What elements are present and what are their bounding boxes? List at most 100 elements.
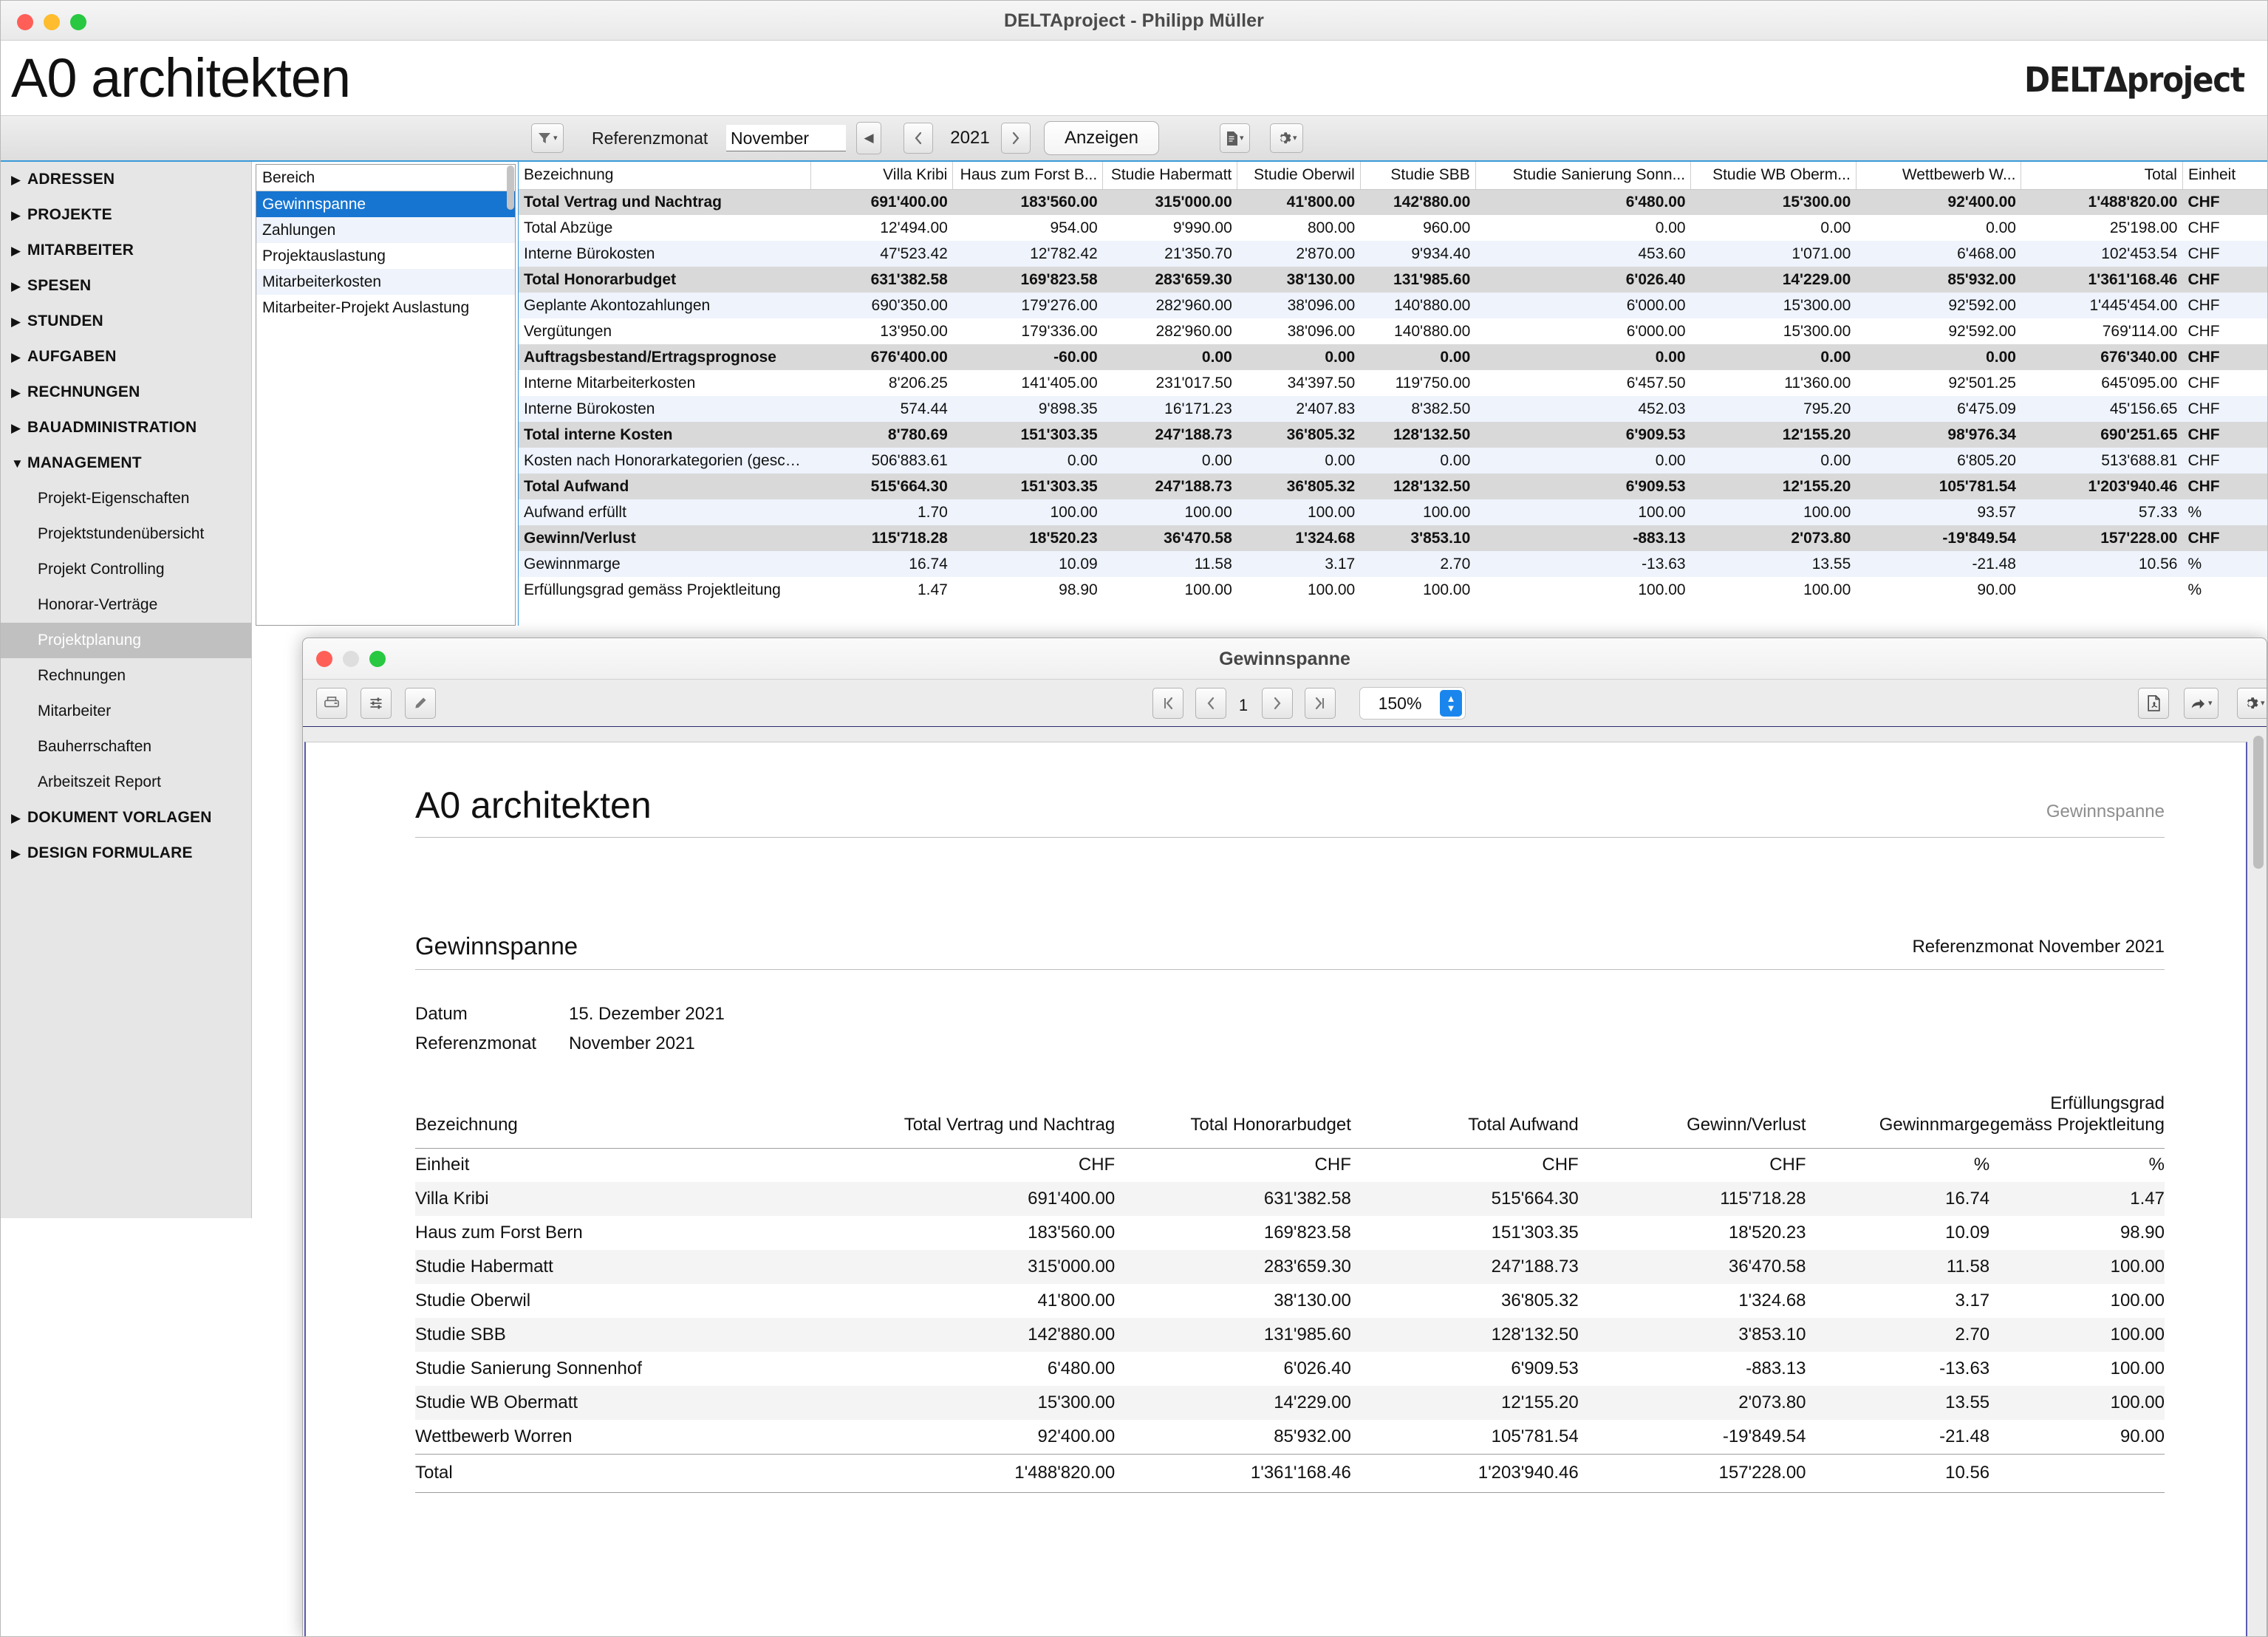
sidebar-item-projekt-eigenschaften[interactable]: Projekt-Eigenschaften xyxy=(1,481,251,516)
grid-cell: 2.70 xyxy=(1360,551,1476,577)
report-cell: 14'229.00 xyxy=(1115,1386,1351,1421)
grid-row-label: Interne Bürokosten xyxy=(519,396,811,422)
report-row: Villa Kribi 691'400.00 631'382.58 515'664.3… xyxy=(415,1182,2165,1217)
grid-column-header[interactable]: Studie Sanierung Sonn... xyxy=(1475,162,1692,190)
sidebar-group-stunden[interactable]: ▶ STUNDEN xyxy=(1,304,251,339)
sidebar-group-design-formulare[interactable]: ▶ DESIGN FORMULARE xyxy=(1,835,251,871)
bereich-item-mitarbeiterkosten[interactable]: Mitarbeiterkosten xyxy=(256,269,515,295)
grid-row[interactable]: Total interne Kosten 8'780.69 151'303.35 24… xyxy=(519,422,2267,448)
grid-row[interactable]: Interne Bürokosten 47'523.42 12'782.42 21'3… xyxy=(519,241,2267,267)
month-stepper[interactable]: ◀ xyxy=(856,122,881,154)
grid-cell: CHF xyxy=(2182,474,2267,499)
grid-row[interactable]: Interne Bürokosten 574.44 9'898.35 16'171.2… xyxy=(519,396,2267,422)
grid-cell: 795.20 xyxy=(1690,396,1857,422)
grid-cell: 0.00 xyxy=(1856,344,2021,370)
grid-column-header[interactable]: Studie Oberwil xyxy=(1237,162,1361,190)
grid-column-header[interactable]: Bezeichnung xyxy=(519,162,811,190)
grid-cell: 142'880.00 xyxy=(1360,189,1476,215)
grid-cell: 515'664.30 xyxy=(810,474,953,499)
sidebar-group-management[interactable]: ▼ MANAGEMENT xyxy=(1,445,251,481)
preview-gear-button[interactable]: ▾ xyxy=(2237,688,2267,719)
preview-titlebar: Gewinnspanne xyxy=(303,638,2267,680)
sidebar-group-dokument-vorlagen[interactable]: ▶ DOKUMENT VORLAGEN xyxy=(1,800,251,835)
grid-cell: CHF xyxy=(2182,448,2267,474)
print-button[interactable] xyxy=(316,688,347,719)
sidebar-group-spesen[interactable]: ▶ SPESEN xyxy=(1,268,251,304)
prev-page-button[interactable] xyxy=(1195,688,1226,719)
grid-row[interactable]: Total Aufwand 515'664.30 151'303.35 247'188… xyxy=(519,474,2267,499)
bereich-item-gewinnspanne[interactable]: Gewinnspanne xyxy=(256,191,515,217)
next-page-button[interactable] xyxy=(1262,688,1293,719)
sidebar-item-projekt-controlling[interactable]: Projekt Controlling xyxy=(1,552,251,587)
sidebar-item-bauherrschaften[interactable]: Bauherrschaften xyxy=(1,729,251,765)
document-button[interactable]: ▾ xyxy=(1220,123,1250,153)
edit-button[interactable] xyxy=(405,688,436,719)
grid-row[interactable]: Erfüllungsgrad gemäss Projektleitung 1.47… xyxy=(519,577,2267,603)
sidebar-item-arbeitszeit-report[interactable]: Arbeitszeit Report xyxy=(1,765,251,800)
first-page-button[interactable] xyxy=(1152,688,1183,719)
grid-column-header[interactable]: Studie SBB xyxy=(1360,162,1476,190)
report-total-row: Total 1'488'820.00 1'361'168.46 1'203'940.4… xyxy=(415,1453,2165,1493)
grid-row[interactable]: Gewinnmarge 16.74 10.09 11.58 3.17 2.70 -13.63… xyxy=(519,551,2267,577)
zoom-control[interactable]: 150% ▲ ▼ xyxy=(1359,687,1466,720)
show-button[interactable]: Anzeigen xyxy=(1044,121,1159,155)
grid-column-header[interactable]: Einheit xyxy=(2182,162,2267,190)
export-pdf-button[interactable] xyxy=(2138,688,2169,719)
grid-column-header[interactable]: Villa Kribi xyxy=(810,162,954,190)
month-input[interactable]: November xyxy=(726,125,846,151)
grid-cell: 13'950.00 xyxy=(810,318,953,344)
grid-row[interactable]: Interne Mitarbeiterkosten 8'206.25 141'405… xyxy=(519,370,2267,396)
report-row-label: Villa Kribi xyxy=(415,1182,870,1217)
sidebar-item-rechnungen[interactable]: Rechnungen xyxy=(1,658,251,694)
sidebar-item-projektplanung[interactable]: Projektplanung xyxy=(1,623,251,658)
grid-cell: 151'303.35 xyxy=(952,474,1103,499)
preview-vertical-scrollbar[interactable] xyxy=(2253,736,2264,869)
grid-row[interactable]: Vergütungen 13'950.00 179'336.00 282'960.00… xyxy=(519,318,2267,344)
year-next-button[interactable] xyxy=(1001,123,1031,154)
grid-cell: -21.48 xyxy=(1856,551,2021,577)
share-button[interactable]: ▾ xyxy=(2184,688,2219,719)
sidebar-group-label: MITARBEITER xyxy=(27,242,134,259)
grid-cell: 169'823.58 xyxy=(952,267,1103,293)
sidebar-item-projektstunden-bersicht[interactable]: Projektstundenübersicht xyxy=(1,516,251,552)
grid-cell: 98'976.34 xyxy=(1856,422,2021,448)
report-cell: % xyxy=(1973,1155,1990,1175)
filter-button[interactable]: ▾ xyxy=(531,123,564,153)
grid-column-header[interactable]: Total xyxy=(2021,162,2183,190)
bereich-scrollbar[interactable] xyxy=(507,165,514,210)
grid-row[interactable]: Geplante Akontozahlungen 690'350.00 179'27… xyxy=(519,293,2267,318)
preview-settings-button[interactable] xyxy=(361,688,392,719)
sidebar-group-rechnungen[interactable]: ▶ RECHNUNGEN xyxy=(1,375,251,410)
grid-column-header[interactable]: Studie WB Oberm... xyxy=(1690,162,1857,190)
page-number[interactable]: 1 xyxy=(1231,696,1256,715)
zoom-stepper[interactable]: ▲ ▼ xyxy=(1440,690,1462,717)
grid-column-header[interactable]: Wettbewerb W... xyxy=(1856,162,2022,190)
grid-row[interactable]: Total Honorarbudget 631'382.58 169'823.58 2… xyxy=(519,267,2267,293)
grid-row[interactable]: Total Abzüge 12'494.00 954.00 9'990.00 800.0… xyxy=(519,215,2267,241)
last-page-button[interactable] xyxy=(1305,688,1336,719)
grid-row[interactable]: Aufwand erfüllt 1.70 100.00 100.00 100.00 100… xyxy=(519,499,2267,525)
sidebar-group-aufgaben[interactable]: ▶ AUFGABEN xyxy=(1,339,251,375)
bereich-item-mitarbeiter-projekt-auslastung[interactable]: Mitarbeiter-Projekt Auslastung xyxy=(256,295,515,321)
grid-column-header[interactable]: Studie Habermatt xyxy=(1102,162,1238,190)
grid-cell: 38'130.00 xyxy=(1237,267,1361,293)
grid-row[interactable]: Auftragsbestand/Ertragsprognose 676'400.0… xyxy=(519,344,2267,370)
grid-column-header[interactable]: Haus zum Forst B... xyxy=(952,162,1104,190)
year-prev-button[interactable] xyxy=(904,123,933,154)
sidebar-group-projekte[interactable]: ▶ PROJEKTE xyxy=(1,197,251,233)
sidebar-group-adressen[interactable]: ▶ ADRESSEN xyxy=(1,162,251,197)
report-row-label: Studie SBB xyxy=(415,1318,870,1353)
grid-row[interactable]: Total Vertrag und Nachtrag 691'400.00 183'… xyxy=(519,189,2267,215)
bereich-item-zahlungen[interactable]: Zahlungen xyxy=(256,217,515,243)
sidebar-group-mitarbeiter[interactable]: ▶ MITARBEITER xyxy=(1,233,251,268)
bereich-item-projektauslastung[interactable]: Projektauslastung xyxy=(256,243,515,269)
grid-cell: 12'494.00 xyxy=(810,215,953,241)
grid-row[interactable]: Gewinn/Verlust 115'718.28 18'520.23 36'470.… xyxy=(519,525,2267,551)
settings-button[interactable]: ▾ xyxy=(1270,123,1303,153)
sidebar-group-bauadministration[interactable]: ▶ BAUADMINISTRATION xyxy=(1,410,251,445)
data-grid-panel: Bezeichnung Villa Kribi Haus zum Forst B..… xyxy=(518,162,2267,626)
sidebar-item-mitarbeiter[interactable]: Mitarbeiter xyxy=(1,694,251,729)
sidebar-item-honorar-vertr-ge[interactable]: Honorar-Verträge xyxy=(1,587,251,623)
zoom-value: 150% xyxy=(1378,693,1422,713)
grid-row[interactable]: Kosten nach Honorarkategorien (geschätzt… xyxy=(519,448,2267,474)
